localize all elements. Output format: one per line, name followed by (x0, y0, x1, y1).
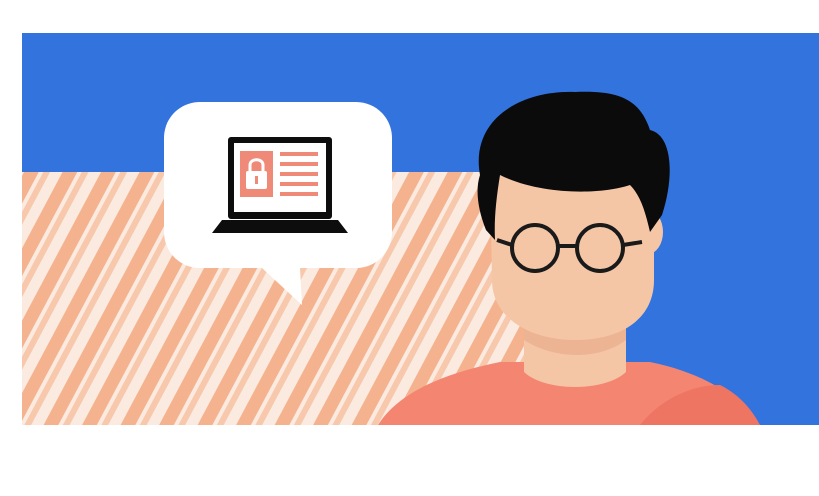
illustration-stage (0, 0, 819, 496)
laptop-lock-icon (212, 137, 348, 233)
hero-illustration (22, 33, 819, 425)
